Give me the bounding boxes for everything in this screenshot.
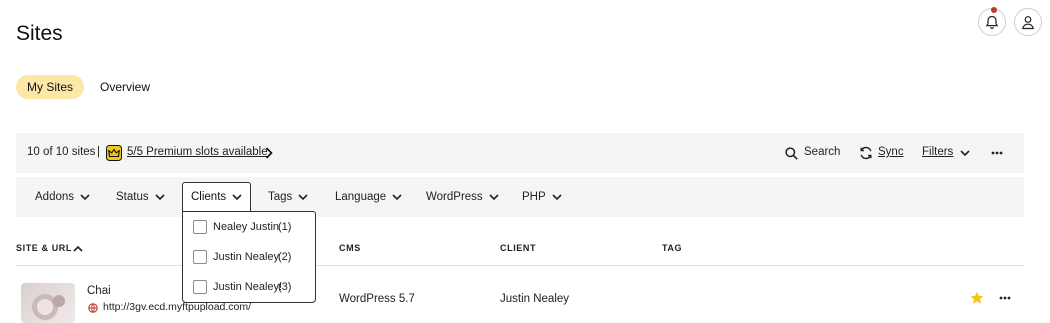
sync-button[interactable]: Sync xyxy=(878,146,904,158)
column-header-site-url[interactable]: SITE & URL xyxy=(16,243,72,253)
checkbox[interactable] xyxy=(193,220,207,234)
chevron-down-icon xyxy=(552,193,562,201)
tab-my-sites[interactable]: My Sites xyxy=(16,75,85,99)
chevron-right-icon[interactable] xyxy=(265,147,273,159)
client-option-label: Nealey Justin xyxy=(213,221,280,233)
filters-button[interactable]: Filters xyxy=(922,146,953,158)
user-icon xyxy=(1021,15,1035,30)
summary-separator: | xyxy=(97,146,100,158)
summary-bar: 10 of 10 sites | 5/5 Premium slots avail… xyxy=(16,133,1024,173)
chevron-down-icon xyxy=(298,193,308,201)
filter-bar: Addons Status Clients Tags Language Word… xyxy=(16,177,1024,217)
notification-dot xyxy=(991,7,997,13)
client-option-label: Justin Nealey xyxy=(213,251,280,263)
chevron-down-icon xyxy=(489,193,499,201)
page-title: Sites xyxy=(16,22,63,45)
site-cms: WordPress 5.7 xyxy=(339,293,415,305)
column-header-site-url-label: SITE & URL xyxy=(16,243,73,253)
checkbox[interactable] xyxy=(193,280,207,294)
client-option[interactable]: Justin Nealey! xyxy=(193,277,282,297)
filter-php-label: PHP xyxy=(522,191,546,203)
filter-php[interactable]: PHP xyxy=(522,177,562,217)
table-divider xyxy=(16,265,1024,266)
row-more-options-icon[interactable] xyxy=(999,296,1011,300)
filter-language[interactable]: Language xyxy=(335,177,402,217)
site-thumbnail[interactable] xyxy=(21,283,75,323)
client-option-count: (1) xyxy=(278,221,292,233)
sort-ascending-icon[interactable] xyxy=(73,245,83,252)
column-header-client[interactable]: CLIENT xyxy=(500,243,536,253)
checkbox[interactable] xyxy=(193,250,207,264)
column-header-tag[interactable]: TAG xyxy=(662,243,682,253)
sync-icon[interactable] xyxy=(859,146,873,160)
filter-wordpress-label: WordPress xyxy=(426,191,483,203)
filter-clients[interactable]: Clients xyxy=(182,182,252,211)
favorite-star-icon[interactable] xyxy=(970,291,984,305)
filter-tags-label: Tags xyxy=(268,191,293,203)
premium-slots-link[interactable]: 5/5 Premium slots available xyxy=(127,146,268,158)
chevron-down-icon xyxy=(232,193,242,201)
filter-clients-label: Clients xyxy=(191,191,227,203)
more-options-icon[interactable] xyxy=(991,151,1003,155)
filter-addons[interactable]: Addons xyxy=(35,177,90,217)
client-option[interactable]: Justin Nealey xyxy=(193,247,279,267)
filter-wordpress[interactable]: WordPress xyxy=(426,177,499,217)
chevron-down-icon xyxy=(392,193,402,201)
chevron-down-icon[interactable] xyxy=(960,150,970,157)
client-option-count: (3) xyxy=(278,281,292,293)
clients-dropdown: Nealey Justin (1) Justin Nealey (2) Just… xyxy=(182,211,316,303)
filter-status[interactable]: Status xyxy=(116,177,165,217)
crown-icon xyxy=(106,145,122,161)
client-option-count: (2) xyxy=(278,251,292,263)
tab-overview[interactable]: Overview xyxy=(89,75,161,99)
filter-language-label: Language xyxy=(335,191,387,203)
search-icon[interactable] xyxy=(785,147,798,160)
globe-icon xyxy=(88,303,98,313)
site-count: 10 of 10 sites xyxy=(27,146,96,158)
site-name[interactable]: Chai xyxy=(87,285,111,297)
chevron-down-icon xyxy=(80,193,90,201)
site-client: Justin Nealey xyxy=(500,293,570,305)
account-button[interactable] xyxy=(1014,8,1042,36)
bell-icon xyxy=(985,15,999,30)
client-option-label: Justin Nealey! xyxy=(213,281,283,293)
search-button[interactable]: Search xyxy=(804,146,840,158)
filter-addons-label: Addons xyxy=(35,191,75,203)
column-header-cms[interactable]: CMS xyxy=(339,243,361,253)
client-option[interactable]: Nealey Justin xyxy=(193,217,279,237)
filter-status-label: Status xyxy=(116,191,149,203)
chevron-down-icon xyxy=(155,193,165,201)
